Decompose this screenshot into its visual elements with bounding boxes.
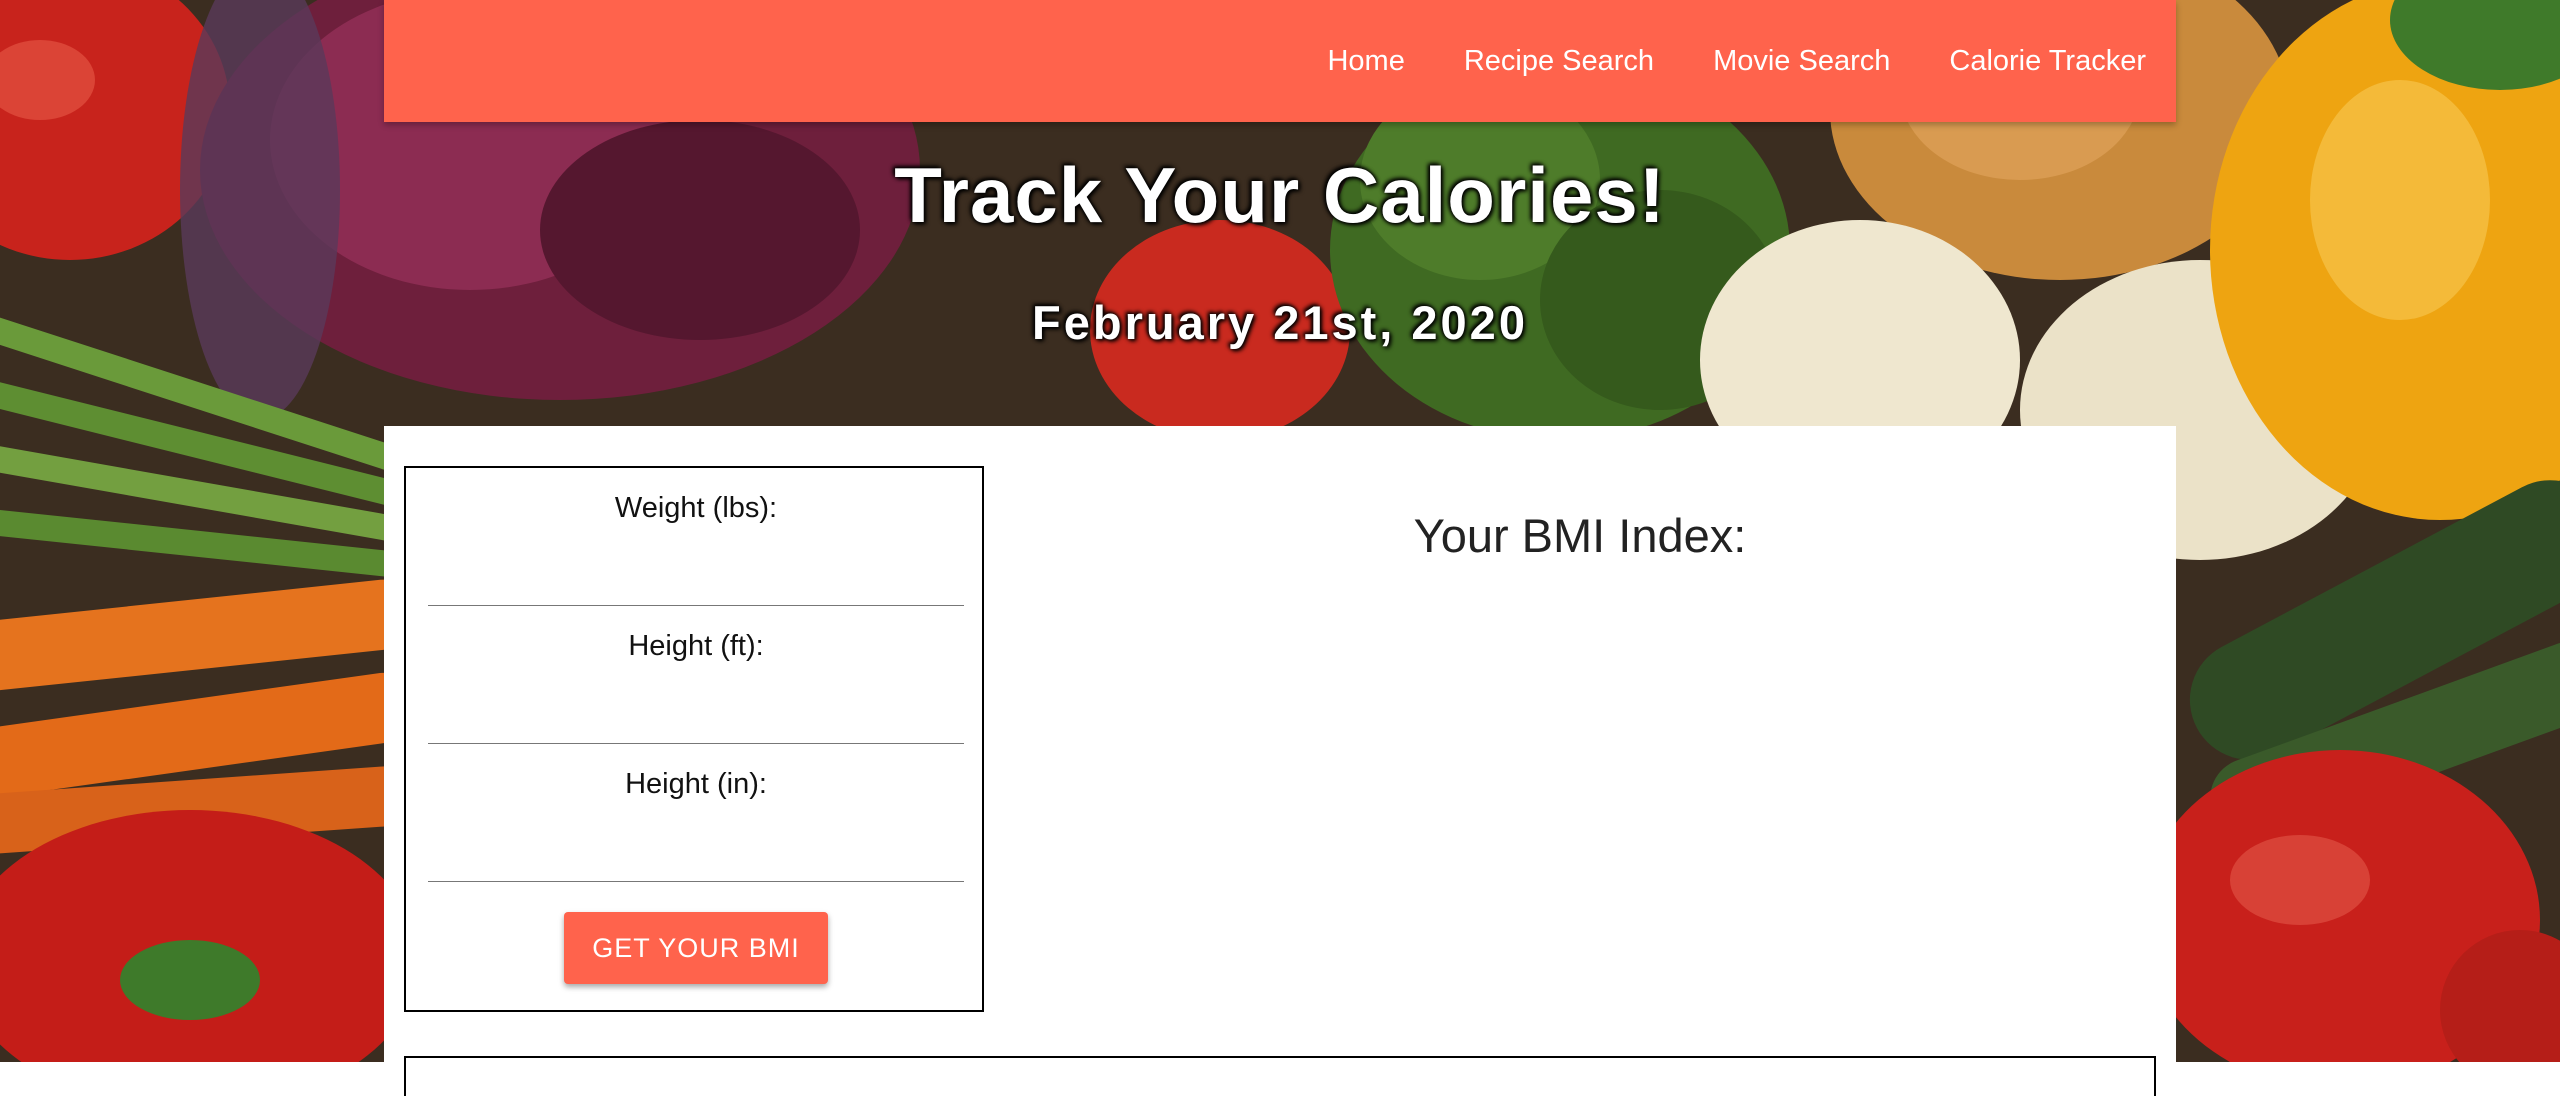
nav-links: Home Recipe Search Movie Search Calorie … — [1327, 0, 2146, 122]
height-in-field-group: Height (in): — [428, 744, 964, 882]
nav-link-movie-search[interactable]: Movie Search — [1713, 45, 1890, 78]
get-bmi-button[interactable]: GET YOUR BMI — [564, 912, 828, 984]
height-ft-input[interactable] — [428, 684, 964, 744]
height-in-input[interactable] — [428, 822, 964, 882]
page-title: Track Your Calories! — [894, 151, 1666, 239]
weight-field-group: Weight (lbs): — [428, 468, 964, 606]
weight-input[interactable] — [428, 546, 964, 606]
main-panel: Weight (lbs): Height (ft): Height (in): … — [384, 426, 2176, 1096]
page-date: February 21st, 2020 — [1032, 296, 1528, 349]
height-in-label: Height (in): — [625, 768, 767, 800]
weight-label: Weight (lbs): — [614, 492, 778, 524]
nav-link-calorie-tracker[interactable]: Calorie Tracker — [1949, 45, 2146, 78]
lower-panel — [404, 1056, 2156, 1096]
height-ft-field-group: Height (ft): — [428, 606, 964, 744]
nav-link-recipe-search[interactable]: Recipe Search — [1464, 45, 1654, 78]
nav-link-home[interactable]: Home — [1327, 45, 1404, 78]
bmi-result-heading: Your BMI Index: — [1413, 509, 1747, 562]
height-ft-label: Height (ft): — [628, 630, 764, 662]
navbar: Home Recipe Search Movie Search Calorie … — [384, 0, 2176, 122]
bmi-form: Weight (lbs): Height (ft): Height (in): … — [404, 466, 984, 1012]
